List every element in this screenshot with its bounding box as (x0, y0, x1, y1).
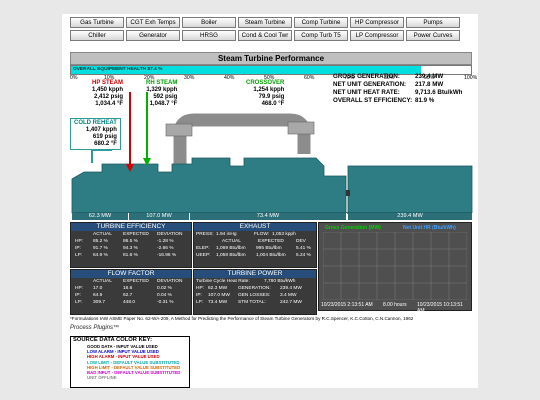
turbine-power-row-lp: LP: 73.4 MW STM TOTAL: 242.7 MW (196, 300, 302, 305)
turbine-casing (71, 157, 347, 214)
color-key-item: UNIT OFFLINE (87, 375, 117, 381)
turbine-efficiency-row-hp: HP: 85.2 % 86.5 % -1.28 % (75, 239, 174, 244)
color-key-title: SOURCE DATA COLOR KEY: (73, 337, 153, 343)
crossover-flange-left (165, 123, 193, 137)
trend-legend-net-unit-hr: Net Unit HR (Btu/kWh) (403, 225, 456, 231)
ip-mw-label: 107.0 MW (129, 213, 190, 220)
trend-time-end: 10/23/2015 10:13:51 AM (417, 302, 463, 314)
generator-mw-label: 239.4 MW (348, 213, 473, 220)
turbine-efficiency-title: TURBINE EFFICIENCY (71, 223, 191, 231)
exhaust-panel: EXHAUST PRESS: 1.94 inHg FLOW: 1,053 kpph A… (193, 222, 317, 268)
process-plugins-label: Process Plugins™ (70, 325, 120, 331)
cold-reheat-arrow (91, 149, 112, 163)
turbine-cycle-heat-rate-row: Turbine Cycle Heat Rate: 7,780 Btu/kWh (196, 279, 296, 284)
trend-legend-gross-generation: Gross Generation (MW) (325, 225, 381, 231)
turbine-efficiency-panel: TURBINE EFFICIENCY ACTUAL EXPECTED DEVIATI… (70, 222, 192, 268)
turbine-power-row-hp: HP: 62.3 MW GENERATION: 239.4 MW (196, 286, 302, 291)
trend-time-start: 10/23/2015 2:13:51 AM (321, 302, 373, 308)
hp-mw-label: 62.3 MW (72, 213, 129, 220)
exhaust-press-flow-row: PRESS: 1.94 inHg FLOW: 1,053 kpph (196, 232, 296, 237)
lp-mw-label: 73.4 MW (190, 213, 347, 220)
crossover-pipe (173, 113, 311, 164)
turbine-efficiency-row-lp: LP: 64.9 % 81.8 % -16.96 % (75, 253, 177, 258)
coupling (346, 190, 350, 196)
trend-time-span: 8.00 hours (383, 302, 407, 308)
trend-grid (323, 232, 467, 300)
flow-factor-title: FLOW FACTOR (71, 270, 191, 278)
color-key-items: GOOD DATA - INPUT VALUE USED LOW ALARM - … (71, 344, 189, 380)
exhaust-row-elep: ELEP: 1,069 Btu/lbm 995 Btu/lbm 5.41 % (196, 246, 311, 251)
formulation-footnote: *Formulations IAW ASME Paper No. 62-WA-2… (70, 316, 414, 321)
turbine-power-panel: TURBINE POWER Turbine Cycle Heat Rate: 7,… (193, 269, 317, 315)
flow-factor-row-ip: IP: 64.9 62.7 0.04 % (75, 293, 172, 298)
source-data-color-key: SOURCE DATA COLOR KEY: GOOD DATA - INPUT… (70, 336, 190, 388)
exhaust-title: EXHAUST (194, 223, 316, 231)
generator-casing (347, 165, 473, 214)
crossover-flange-right (287, 121, 315, 135)
turbine-power-title: TURBINE POWER (194, 270, 316, 278)
exhaust-row-ueep: UEEP: 1,058 Btu/lbm 1,004 Btu/lbm 5.24 % (196, 253, 311, 258)
flow-factor-headers: ACTUAL EXPECTED DEVIATION (93, 279, 183, 284)
turbine-efficiency-headers: ACTUAL EXPECTED DEVIATION (93, 232, 183, 237)
turbine-power-row-ip: IP: 107.0 MW GEN LOSSES: 3.4 MW (196, 293, 297, 298)
turbine-diagram (71, 92, 473, 214)
flow-factor-panel: FLOW FACTOR ACTUAL EXPECTED DEVIATION HP: 1… (70, 269, 192, 315)
steam-turbine-page: Gas Turbine CGT Exh Temps Boiler Steam T… (62, 14, 478, 388)
flow-factor-row-hp: HP: 17.0 16.6 0.02 % (75, 286, 172, 291)
exhaust-headers: ACTUAL EXPECTED DEV (222, 239, 306, 244)
trend-chart[interactable]: Gross Generation (MW) Net Unit HR (Btu/k… (318, 222, 472, 314)
flow-factor-row-lp: LP: 309.7 448.0 -0.31 % (75, 300, 174, 305)
turbine-efficiency-row-ip: IP: 91.7 % 94.3 % -2.66 % (75, 246, 174, 251)
